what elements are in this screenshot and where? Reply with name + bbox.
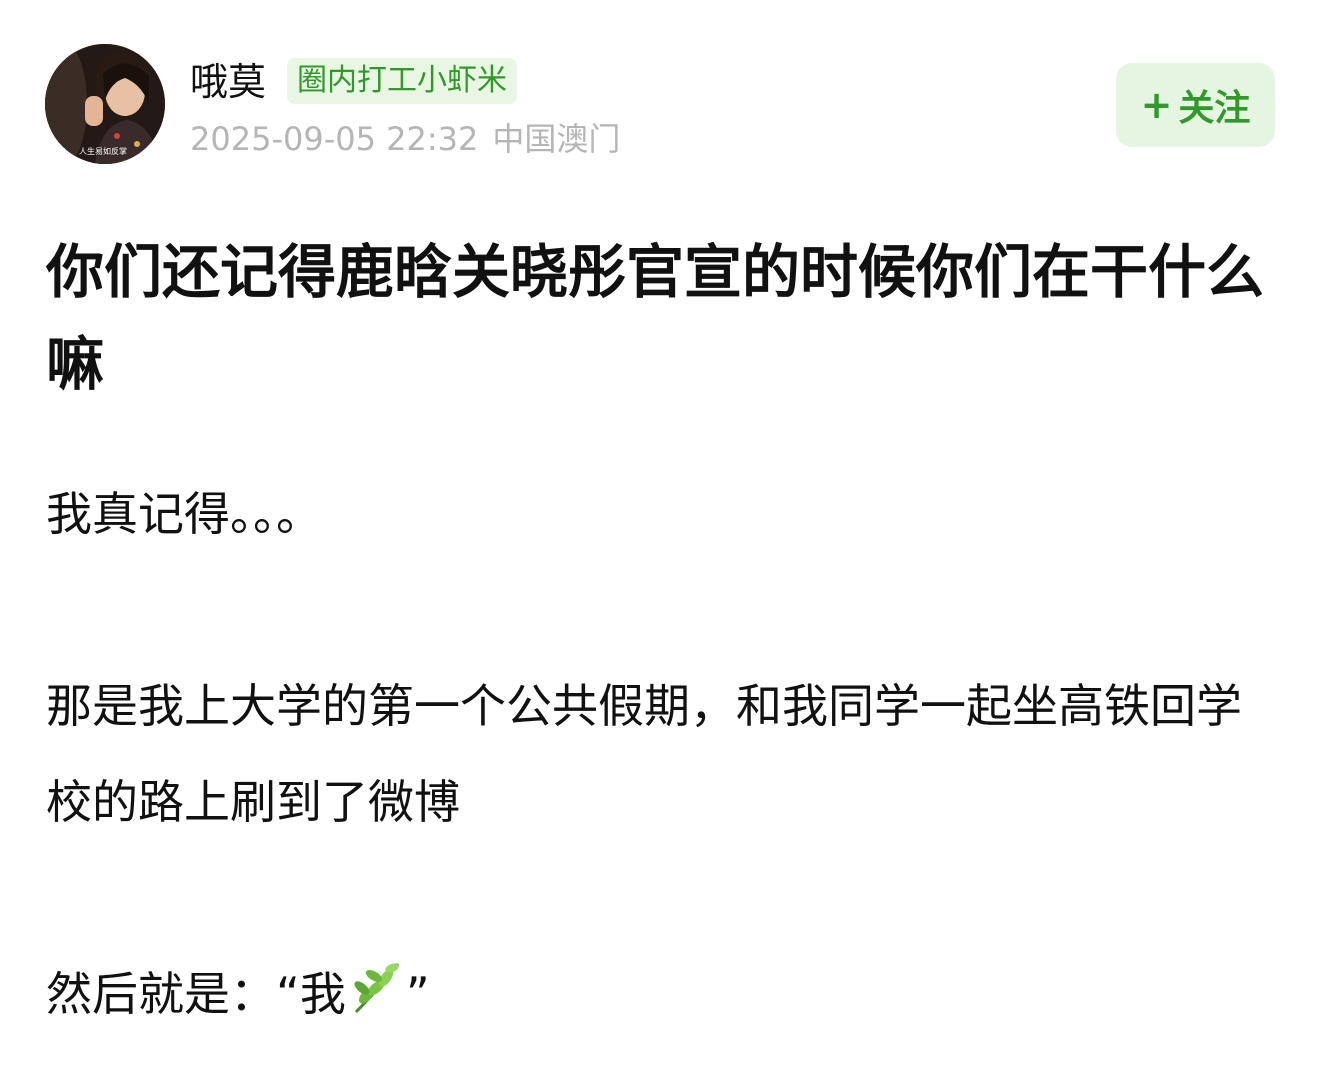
avatar-photo-icon: 人生易如反掌 [45, 44, 165, 164]
post-paragraph-3-text: 然后就是：“我 [46, 967, 346, 1021]
avatar-caption: 人生易如反掌 [79, 146, 127, 156]
avatar[interactable]: 人生易如反掌 [45, 44, 165, 164]
post-paragraph-1: 我真记得。。。 [46, 487, 322, 541]
post-paragraph-2: 那是我上大学的第一个公共假期，和我同学一起坐高铁回学校的路上刷到了微博 [46, 679, 1242, 829]
post-location: 中国澳门 [492, 120, 621, 158]
author-name[interactable]: 哦莫 [190, 58, 266, 106]
post-timestamp: 2025-09-05 22:32 [190, 120, 479, 158]
post-header: 人生易如反掌 哦莫 圈内打工小虾米 2025-09-05 22:32 中国澳门 +… [0, 0, 1320, 180]
post-title: 你们还记得鹿晗关晓彤官宣的时候你们在干什么嘛 [46, 238, 1265, 398]
herb-emoji-icon [346, 954, 406, 1050]
closing-quote: ” [405, 967, 430, 1021]
post-paragraph-3: 然后就是：“我 ” [46, 946, 1276, 1050]
follow-button[interactable]: + 关注 [1116, 63, 1275, 147]
post-meta: 2025-09-05 22:32 中国澳门 [190, 118, 620, 160]
author-badge: 圈内打工小虾米 [287, 58, 517, 104]
plus-icon: + [1140, 83, 1173, 127]
follow-button-label: 关注 [1178, 88, 1251, 129]
